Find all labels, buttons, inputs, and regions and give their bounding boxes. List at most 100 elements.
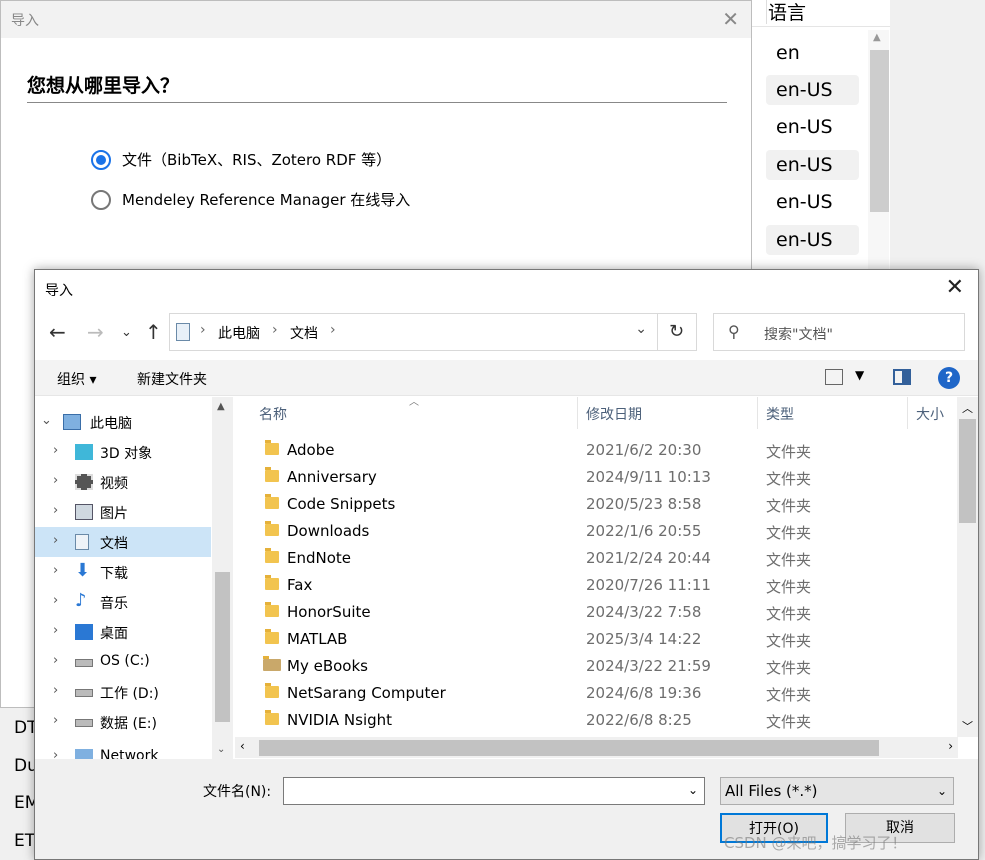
- column-header-date[interactable]: 修改日期: [586, 404, 642, 424]
- file-date: 2021/2/24 20:44: [586, 549, 711, 567]
- file-type: 文件夹: [766, 686, 812, 704]
- nav-item-drive-e[interactable]: › 数据 (E:): [35, 707, 211, 737]
- file-row[interactable]: NetSarang Computer 2024/6/8 19:36 文件夹: [235, 680, 958, 707]
- file-date: 2020/5/23 8:58: [586, 495, 702, 513]
- chevron-right-icon[interactable]: ›: [53, 653, 58, 668]
- scroll-left-icon[interactable]: ‹: [240, 739, 245, 753]
- music-icon: ♪: [75, 590, 87, 611]
- nav-item-pictures[interactable]: › 图片: [35, 497, 211, 527]
- scroll-down-icon[interactable]: ﹀: [962, 718, 973, 734]
- chevron-right-icon[interactable]: ›: [200, 322, 206, 338]
- file-row[interactable]: EndNote 2021/2/24 20:44 文件夹: [235, 545, 958, 572]
- organize-menu-button[interactable]: 组织 ▾: [57, 369, 96, 389]
- nav-item-this-pc[interactable]: ⌄ 此电脑: [23, 407, 199, 437]
- column-header-size[interactable]: 大小: [916, 404, 944, 424]
- chevron-right-icon[interactable]: ›: [53, 533, 58, 548]
- recent-dropdown-icon[interactable]: ⌄: [121, 325, 132, 340]
- folder-icon: [265, 629, 279, 644]
- chevron-right-icon[interactable]: ›: [53, 563, 58, 578]
- scroll-thumb[interactable]: [959, 419, 976, 523]
- nav-item-network[interactable]: › Network: [35, 742, 211, 759]
- navigation-scrollbar[interactable]: ▲ ⌄: [212, 397, 233, 759]
- nav-item-videos[interactable]: › 视频: [35, 467, 211, 497]
- file-row[interactable]: Adobe 2021/6/2 20:30 文件夹: [235, 437, 958, 464]
- file-name: My eBooks: [287, 657, 368, 675]
- column-divider[interactable]: [577, 397, 578, 429]
- help-icon[interactable]: ?: [938, 367, 960, 389]
- back-arrow-icon[interactable]: ←: [49, 320, 66, 344]
- radio-unselected-icon[interactable]: [91, 189, 111, 210]
- scroll-thumb[interactable]: [215, 572, 230, 722]
- radio-selected-icon[interactable]: [91, 149, 111, 170]
- nav-item-documents[interactable]: › 文档: [35, 527, 211, 557]
- background-row-label: ET: [14, 831, 36, 851]
- search-box[interactable]: ⚲ 搜索"文档": [713, 313, 965, 351]
- scroll-thumb[interactable]: [870, 50, 889, 212]
- chevron-right-icon[interactable]: ›: [272, 322, 278, 338]
- view-options-icon[interactable]: [825, 369, 843, 385]
- nav-item-music[interactable]: › ♪ 音乐: [35, 587, 211, 617]
- scroll-up-icon[interactable]: ▲: [873, 32, 881, 43]
- radio-label: Mendeley Reference Manager 在线导入: [122, 191, 411, 209]
- file-name: Fax: [287, 576, 313, 594]
- file-row[interactable]: Fax 2020/7/26 11:11 文件夹: [235, 572, 958, 599]
- new-folder-button[interactable]: 新建文件夹: [137, 369, 207, 389]
- chevron-down-icon[interactable]: ▼: [855, 368, 864, 382]
- scroll-thumb[interactable]: [259, 740, 879, 756]
- scroll-right-icon[interactable]: ›: [948, 739, 953, 753]
- file-row[interactable]: HonorSuite 2024/3/22 7:58 文件夹: [235, 599, 958, 626]
- chevron-down-icon[interactable]: ⌄: [41, 413, 52, 428]
- chevron-right-icon[interactable]: ›: [53, 503, 58, 518]
- chevron-down-icon[interactable]: ⌄: [635, 321, 647, 337]
- file-date: 2024/3/22 7:58: [586, 603, 702, 621]
- nav-label: 视频: [100, 476, 128, 492]
- filename-input[interactable]: ⌄: [283, 777, 705, 805]
- refresh-icon[interactable]: ↻: [657, 313, 697, 351]
- file-row[interactable]: MATLAB 2025/3/4 14:22 文件夹: [235, 626, 958, 653]
- file-row[interactable]: My eBooks 2024/3/22 21:59 文件夹: [235, 653, 958, 680]
- scroll-down-icon[interactable]: ⌄: [217, 744, 225, 755]
- file-row[interactable]: NVIDIA Nsight 2022/6/8 8:25 文件夹: [235, 707, 958, 734]
- file-date: 2021/6/2 20:30: [586, 441, 702, 459]
- chevron-right-icon[interactable]: ›: [53, 593, 58, 608]
- column-divider[interactable]: [907, 397, 908, 429]
- file-row[interactable]: Anniversary 2024/9/11 10:13 文件夹: [235, 464, 958, 491]
- column-header-type[interactable]: 类型: [766, 404, 794, 424]
- nav-item-3d-objects[interactable]: › 3D 对象: [35, 437, 211, 467]
- file-list-vertical-scrollbar[interactable]: ︿ ﹀: [957, 397, 978, 737]
- chevron-right-icon[interactable]: ›: [53, 748, 58, 759]
- chevron-right-icon[interactable]: ›: [53, 473, 58, 488]
- chevron-right-icon[interactable]: ›: [330, 322, 336, 338]
- up-arrow-icon[interactable]: ↑: [145, 320, 162, 344]
- chevron-right-icon[interactable]: ›: [53, 443, 58, 458]
- breadcrumb-documents[interactable]: 文档: [290, 323, 318, 343]
- folder-icon: [265, 440, 279, 455]
- scroll-up-icon[interactable]: ▲: [217, 401, 225, 412]
- close-icon[interactable]: ✕: [722, 7, 739, 31]
- background-scrollbar[interactable]: ▲: [868, 30, 889, 270]
- file-row[interactable]: Code Snippets 2020/5/23 8:58 文件夹: [235, 491, 958, 518]
- file-type-filter[interactable]: All Files (*.*) ⌄: [720, 777, 954, 805]
- nav-item-desktop[interactable]: › 桌面: [35, 617, 211, 647]
- nav-item-downloads[interactable]: › ⬇ 下载: [35, 557, 211, 587]
- file-row[interactable]: Downloads 2022/1/6 20:55 文件夹: [235, 518, 958, 545]
- address-bar[interactable]: › 此电脑 › 文档 › ⌄: [169, 313, 658, 351]
- nav-item-drive-c[interactable]: › OS (C:): [35, 647, 211, 677]
- breadcrumb-this-pc[interactable]: 此电脑: [218, 323, 260, 343]
- nav-item-drive-d[interactable]: › 工作 (D:): [35, 677, 211, 707]
- chevron-down-icon[interactable]: ⌄: [937, 778, 947, 804]
- column-divider[interactable]: [757, 397, 758, 429]
- wizard-titlebar: 导入 ✕: [1, 1, 751, 38]
- chevron-down-icon[interactable]: ⌄: [688, 783, 698, 797]
- chevron-right-icon[interactable]: ›: [53, 683, 58, 698]
- forward-arrow-icon[interactable]: →: [87, 320, 104, 344]
- preview-pane-icon[interactable]: [893, 369, 911, 385]
- scroll-up-icon[interactable]: ︿: [962, 400, 973, 416]
- column-header-name[interactable]: 名称: [259, 404, 287, 424]
- close-icon[interactable]: ✕: [946, 275, 964, 300]
- chevron-right-icon[interactable]: ›: [53, 623, 58, 638]
- file-list-horizontal-scrollbar[interactable]: ‹ ›: [235, 737, 958, 758]
- radio-option-mendeley[interactable]: Mendeley Reference Manager 在线导入: [91, 189, 410, 210]
- radio-option-file[interactable]: 文件（BibTeX、RIS、Zotero RDF 等）: [91, 149, 391, 170]
- chevron-right-icon[interactable]: ›: [53, 713, 58, 728]
